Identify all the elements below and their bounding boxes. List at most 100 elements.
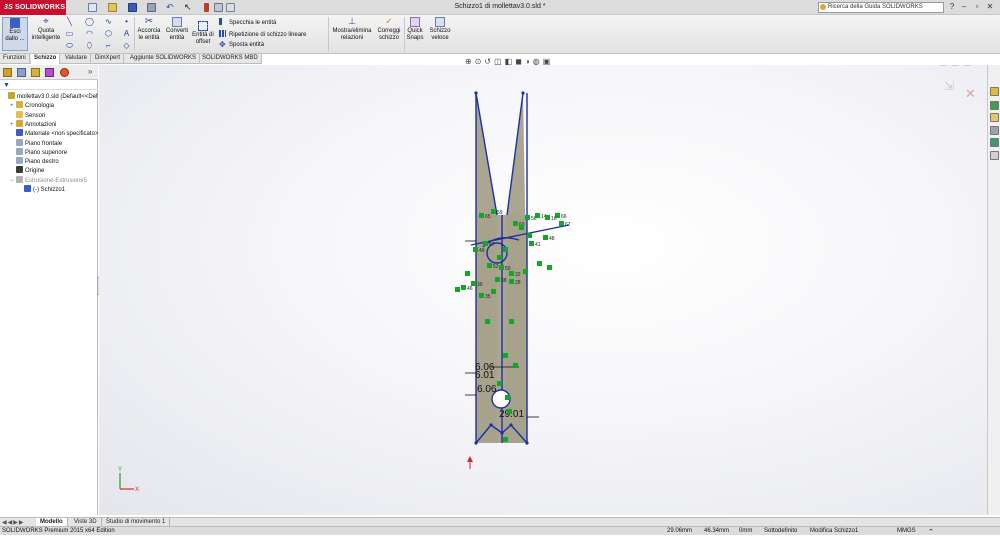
tab-schizzo[interactable]: Schizzo — [31, 54, 61, 64]
tree-item[interactable]: − Estrusione-Estrusione5 — [0, 175, 87, 185]
relation-badge[interactable] — [507, 409, 512, 414]
close-button[interactable]: ✕ — [984, 2, 996, 13]
cancel-sketch-corner-icon[interactable]: ✕ — [965, 86, 976, 101]
display-relations-button[interactable]: ⊥ Mostra/elimina relazioni — [330, 17, 374, 41]
relation-badge[interactable] — [543, 235, 548, 240]
relation-badge[interactable] — [479, 293, 484, 298]
relation-badge[interactable] — [503, 353, 508, 358]
relation-badge[interactable] — [461, 285, 466, 290]
relation-badge[interactable] — [487, 263, 492, 268]
rectangle-icon[interactable]: ▭ — [65, 29, 74, 39]
exit-sketch-corner-icon[interactable]: ⇲ — [944, 79, 954, 93]
relation-badge[interactable] — [497, 255, 502, 260]
tree-item[interactable]: Piano superiore — [0, 147, 67, 157]
relation-badge[interactable] — [559, 221, 564, 226]
quick-snaps-button[interactable]: Quick Snaps — [405, 17, 425, 41]
section-view-icon[interactable]: ◫ — [494, 57, 505, 66]
select-arrow-icon[interactable]: ↖ — [184, 3, 193, 12]
tree-item[interactable]: + Cronologia — [0, 101, 54, 110]
appearance-icon[interactable]: ◍ — [533, 57, 543, 66]
tab-mbd[interactable]: SOLIDWORKS MBD — [199, 54, 262, 64]
display-style-icon[interactable]: ◼ — [515, 57, 525, 66]
custom-properties-icon[interactable] — [990, 151, 999, 160]
confirmation-corner[interactable]: ⇲ ✕ — [944, 79, 976, 101]
linear-pattern-button[interactable]: Ripetizione di schizzo lineare — [219, 30, 306, 38]
dimension-label[interactable]: 6.06 — [477, 384, 497, 395]
relation-badge[interactable] — [479, 213, 484, 218]
relation-badge[interactable] — [503, 437, 508, 442]
view-orientation-icon[interactable]: ◧ — [505, 57, 516, 66]
view-palette-icon[interactable] — [990, 126, 999, 135]
save-icon[interactable] — [128, 3, 137, 12]
relation-badge[interactable] — [509, 271, 514, 276]
tree-item[interactable]: Origine — [0, 166, 44, 175]
rapid-sketch-button[interactable]: Schizzo veloce — [427, 17, 453, 41]
restore-button[interactable]: ▫ — [971, 2, 983, 13]
scene-icon[interactable]: ▣ — [543, 57, 554, 66]
tab-aggiunte[interactable]: Aggiunte SOLIDWORKS — [127, 54, 201, 64]
relation-badge[interactable] — [503, 247, 508, 252]
zoom-area-icon[interactable]: ⊙ — [475, 57, 485, 66]
configuration-manager-icon[interactable] — [31, 68, 40, 77]
zoom-to-fit-icon[interactable]: ⊕ — [465, 57, 475, 66]
tree-item[interactable]: Piano destro — [0, 157, 59, 166]
file-properties-icon[interactable] — [214, 3, 223, 12]
relation-badge[interactable] — [495, 277, 500, 282]
feature-tree-icon[interactable] — [3, 68, 12, 77]
offset-entities-button[interactable]: Entità di offset — [191, 21, 215, 45]
display-manager-icon[interactable] — [60, 68, 69, 77]
line-icon[interactable]: ╲ — [65, 17, 74, 27]
relation-badge[interactable] — [513, 363, 518, 368]
relation-badge[interactable] — [509, 279, 514, 284]
relation-badge[interactable] — [497, 381, 502, 386]
hide-show-icon[interactable]: ◑ — [525, 57, 533, 66]
relation-badge[interactable] — [485, 319, 490, 324]
tree-item[interactable]: (-) Schizzo1 — [0, 185, 65, 194]
slot-icon[interactable]: ⬭ — [65, 41, 74, 51]
relation-badge[interactable] — [519, 225, 524, 230]
dimxpert-manager-icon[interactable] — [45, 68, 54, 77]
print-icon[interactable] — [147, 3, 156, 12]
minimize-button[interactable]: – — [958, 2, 970, 13]
tree-filter[interactable]: ▼ — [0, 81, 98, 90]
tree-item[interactable]: + Annotazioni — [0, 119, 56, 129]
tree-item[interactable]: Materiale <non specificato> — [0, 129, 98, 138]
new-document-icon[interactable] — [88, 3, 97, 12]
relation-badge[interactable] — [513, 221, 518, 226]
plane-sketch-icon[interactable]: ◇ — [122, 41, 131, 51]
relation-badge[interactable] — [473, 247, 478, 252]
help-search-input[interactable]: Ricerca della Guida SOLIDWORKS — [818, 2, 944, 13]
relation-badge[interactable] — [547, 265, 552, 270]
exit-sketch-button[interactable]: Esci dallo ... — [2, 17, 28, 51]
ellipse-icon[interactable]: ⬯ — [85, 41, 94, 51]
dimension-label[interactable]: 6.01 — [475, 370, 495, 381]
tree-item[interactable]: Sensori — [0, 110, 45, 120]
relation-badge[interactable] — [491, 289, 496, 294]
file-explorer-icon[interactable] — [990, 113, 999, 122]
relation-badge[interactable] — [545, 215, 550, 220]
design-library-icon[interactable] — [990, 101, 999, 110]
fillet-icon[interactable]: ⌐ — [104, 41, 113, 51]
relation-badge[interactable] — [509, 319, 514, 324]
tree-item[interactable]: Piano frontale — [0, 138, 62, 148]
relation-badge[interactable] — [455, 287, 460, 292]
graphics-area[interactable]: 6.06 6.01 6.06 29.01 6559605614166667484… — [99, 65, 987, 515]
relation-badge[interactable] — [537, 261, 542, 266]
relation-badge[interactable] — [505, 395, 510, 400]
relation-badge[interactable] — [491, 209, 496, 214]
move-entities-button[interactable]: ✥ Sposta entità — [219, 41, 264, 49]
tab-funzioni[interactable]: Funzioni — [0, 54, 30, 64]
smart-dimension-button[interactable]: ⌖ Quota intelligente — [30, 17, 62, 41]
rebuild-icon[interactable] — [204, 3, 209, 12]
solidworks-logo[interactable]: 3S SOLIDWORKS — [0, 0, 66, 15]
circle-icon[interactable]: ◯ — [85, 17, 94, 27]
relation-badge[interactable] — [499, 265, 504, 270]
tree-item[interactable]: mollettav3.0.sld (Default<<Def — [0, 92, 98, 101]
options-icon[interactable] — [226, 3, 235, 12]
appearances-icon[interactable] — [990, 138, 999, 147]
repair-sketch-button[interactable]: ✓ Correggi schizzo — [375, 17, 403, 41]
trim-entities-button[interactable]: ✂ Accorcia le entità — [136, 17, 162, 41]
open-folder-icon[interactable] — [108, 3, 117, 12]
relation-badge[interactable] — [527, 233, 532, 238]
spline-icon[interactable]: ∿ — [104, 17, 113, 27]
